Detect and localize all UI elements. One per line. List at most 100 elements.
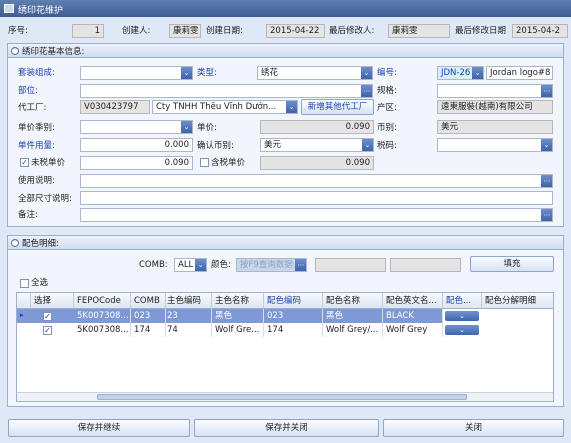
currency-field: 美元 — [437, 120, 553, 134]
column-header[interactable]: COMB — [131, 293, 166, 309]
more-icon[interactable]: ⋯ — [295, 259, 306, 271]
instr-label: 使用说明: — [18, 176, 55, 186]
set-select[interactable]: ⌄ — [80, 66, 193, 80]
chevron-down-icon[interactable]: ⌄ — [472, 67, 483, 79]
comb-select[interactable]: ALL ⌄ — [174, 258, 207, 272]
add-factory-button[interactable]: 新增其他代工厂 — [301, 99, 374, 115]
horizontal-scrollbar[interactable] — [17, 392, 553, 401]
comb-label: COMB: — [139, 260, 168, 270]
more-icon[interactable]: ⋯ — [541, 209, 552, 221]
spec-field[interactable]: ⋯ — [437, 84, 553, 98]
fill-button[interactable]: 填充 — [470, 256, 554, 272]
instr-field[interactable]: ⋯ — [80, 174, 553, 188]
collapse-icon[interactable]: ^ — [11, 239, 19, 247]
close-button[interactable]: 关闭 — [383, 419, 564, 437]
sizes-label: 全部尺寸说明: — [18, 194, 72, 204]
confirm-currency-select[interactable]: 美元 ⌄ — [260, 138, 374, 152]
origin-label: 产区: — [377, 103, 397, 113]
color-dropdown-button[interactable]: ⌄ — [445, 325, 479, 335]
column-header[interactable]: 配色编码 — [264, 293, 323, 309]
part-label: 部位: — [18, 86, 38, 96]
spec-label: 规格: — [377, 86, 397, 96]
part-field[interactable]: ⋯ — [80, 84, 373, 98]
usage-label: 单件用量: — [18, 141, 55, 151]
chevron-down-icon[interactable]: ⌄ — [362, 139, 373, 151]
remark-label: 备注: — [18, 210, 38, 220]
taxed-checkbox[interactable] — [200, 158, 209, 167]
column-header[interactable]: 选择 — [31, 293, 74, 309]
taxed-label: 含税单价 — [211, 158, 246, 168]
row-checkbox[interactable]: ✓ — [43, 312, 52, 321]
currency-label: 币别: — [377, 123, 397, 133]
modify-date-label: 最后修改日期 — [455, 26, 507, 36]
color-name-cell: Wolf Grey/... — [323, 323, 383, 337]
tax-code-select[interactable]: ⌄ — [437, 138, 553, 152]
column-header[interactable]: 主色名称 — [212, 293, 264, 309]
color-en-cell: BLACK — [383, 309, 443, 323]
color-name-cell: 黑色 — [323, 309, 383, 323]
save-continue-button[interactable]: 保存并继续 — [8, 419, 190, 437]
modify-date-field: 2015-04-2 — [512, 24, 568, 38]
column-header[interactable]: 配色名称 — [323, 293, 383, 309]
color-code-field — [315, 258, 386, 272]
set-label: 套装组成: — [18, 68, 55, 78]
column-header[interactable]: 主色编码 — [166, 293, 212, 309]
type-select[interactable]: 绣花 ⌄ — [257, 66, 373, 80]
window-title: 绣印花维护 — [18, 6, 64, 16]
chevron-down-icon[interactable]: ⌄ — [181, 67, 192, 79]
column-header[interactable]: 配色... — [443, 293, 482, 309]
color-en-cell: Wolf Grey — [383, 323, 443, 337]
comb-cell: 023 — [131, 309, 166, 323]
price-season-select[interactable]: ⌄ — [80, 120, 193, 134]
main-code-cell: 23 — [166, 309, 212, 323]
chevron-down-icon[interactable]: ⌄ — [286, 101, 297, 113]
save-close-button[interactable]: 保存并关闭 — [194, 419, 379, 437]
column-header[interactable]: FEPOCode — [74, 293, 131, 309]
color-dropdown-button[interactable]: ⌄ — [445, 311, 479, 321]
collapse-icon[interactable]: ^ — [11, 47, 19, 55]
more-icon[interactable]: ⋯ — [541, 175, 552, 187]
chevron-down-icon[interactable]: ⌄ — [195, 259, 206, 271]
origin-field: 遠東服裝(越南)有限公司 — [437, 100, 553, 114]
tax-code-label: 税码: — [377, 141, 397, 151]
color-label: 颜色: — [211, 260, 231, 270]
untaxed-price-field[interactable]: 0.090 — [80, 156, 193, 170]
color-name-field — [390, 258, 461, 272]
code-label: 编号: — [377, 68, 397, 78]
app-icon — [4, 4, 14, 13]
color-search-field[interactable]: 按F9查询数据 ⋯ — [236, 258, 307, 272]
factory-label: 代工厂: — [18, 103, 47, 113]
window-titlebar: 绣印花维护 — [0, 0, 571, 17]
scrollbar-thumb[interactable] — [97, 394, 467, 400]
color-grid[interactable]: 选择 FEPOCode COMB 主色编码 主色名称 配色编码 配色名称 配色英… — [16, 292, 554, 402]
chevron-down-icon[interactable]: ⌄ — [181, 121, 192, 133]
column-header[interactable]: 配色分解明细 — [482, 293, 553, 309]
factory-select[interactable]: Cty TNHH Thêu Vĩnh Dướn... ⌄ — [152, 100, 298, 114]
main-code-cell: 74 — [166, 323, 212, 337]
seq-field: 1 — [72, 24, 104, 38]
basic-info-title: 绣印花基本信息: — [22, 47, 85, 57]
more-icon[interactable]: ⋯ — [541, 85, 552, 97]
select-all-checkbox[interactable] — [20, 279, 29, 288]
fepo-cell: 5K007308... — [74, 309, 131, 323]
create-date-label: 创建日期: — [206, 26, 243, 36]
more-icon[interactable]: ⋯ — [361, 85, 372, 97]
usage-field[interactable]: 0.000 — [80, 138, 193, 152]
untaxed-checkbox[interactable]: ✓ — [20, 158, 29, 167]
fepo-cell: 5K007308... — [74, 323, 131, 337]
creator-label: 创建人: — [122, 26, 151, 36]
code-prefix-select[interactable]: JDN-26 ⌄ — [437, 66, 484, 80]
price-season-label: 单价季别: — [18, 123, 55, 133]
chevron-down-icon[interactable]: ⌄ — [361, 67, 372, 79]
remark-field[interactable]: ⋯ — [80, 208, 553, 222]
confirm-currency-label: 确认币别: — [197, 141, 234, 151]
row-checkbox[interactable]: ✓ — [43, 326, 52, 335]
chevron-down-icon[interactable]: ⌄ — [541, 139, 552, 151]
price-label: 单价: — [197, 123, 217, 133]
sizes-field[interactable] — [80, 191, 553, 205]
creator-field: 康莉雯 — [169, 24, 201, 38]
column-header[interactable]: 配色英文名... — [383, 293, 443, 309]
basic-info-header[interactable]: ^ 绣印花基本信息: — [8, 44, 563, 58]
color-header[interactable]: ^ 配色明细: — [8, 236, 563, 250]
code-field[interactable]: Jordan logo#8 — [486, 66, 553, 80]
